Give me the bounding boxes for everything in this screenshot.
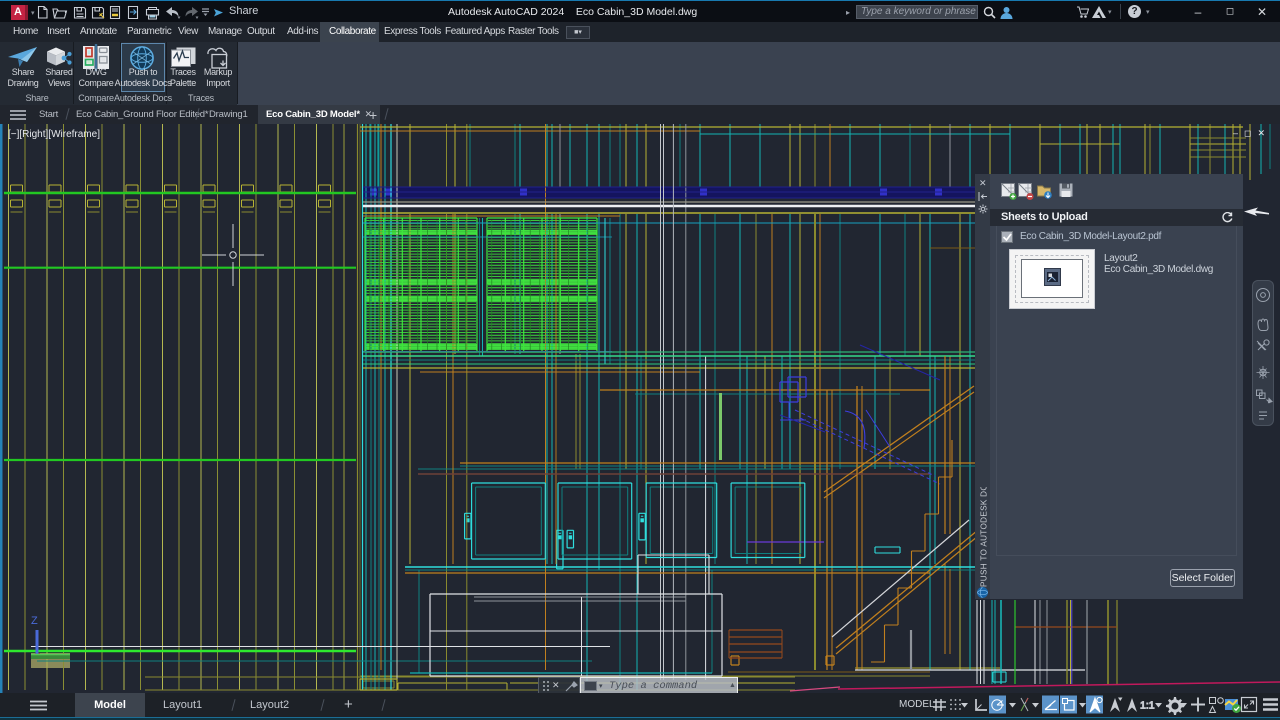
svg-text:1:1: 1:1 [1140,700,1155,712]
svg-text:Z: Z [31,615,38,627]
svg-text:PUSH TO AUTODESK DOCS: PUSH TO AUTODESK DOCS [980,487,989,587]
